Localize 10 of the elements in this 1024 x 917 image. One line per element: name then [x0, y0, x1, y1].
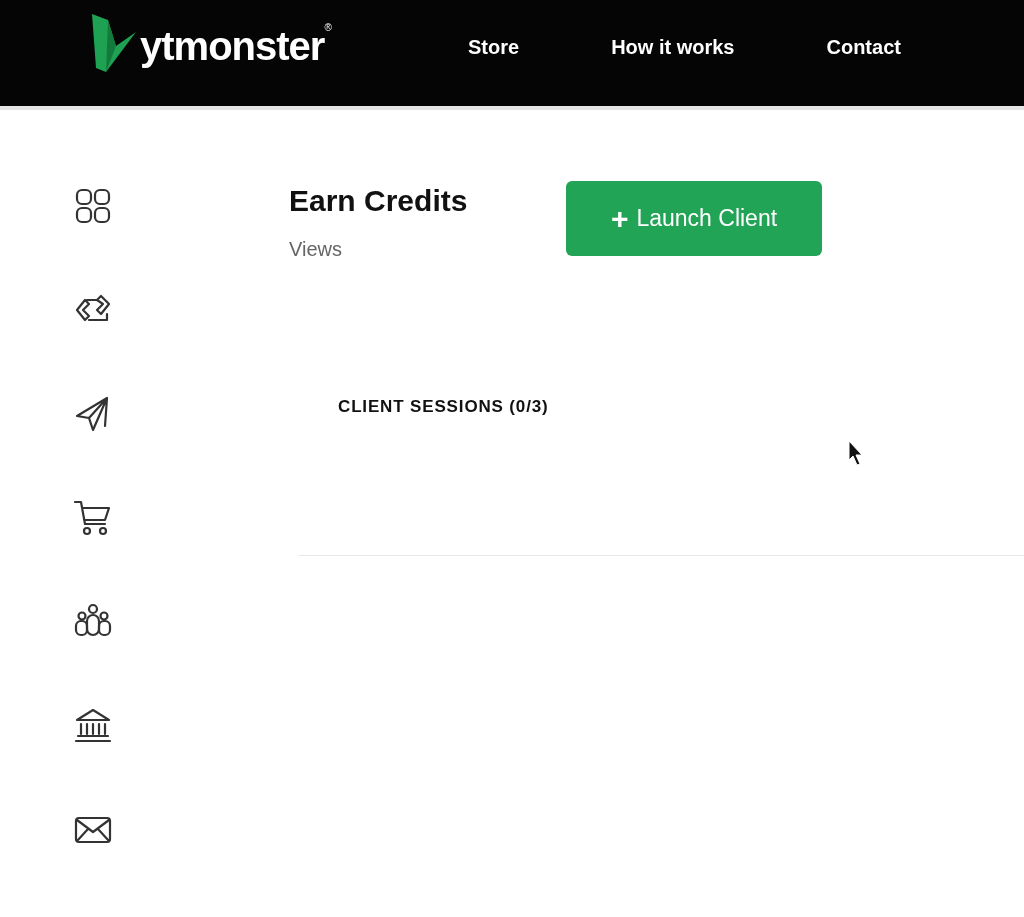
- cart-icon[interactable]: [72, 498, 113, 538]
- nav-link[interactable]: Store: [468, 32, 520, 62]
- registered-mark: ®: [324, 21, 332, 33]
- nav-link[interactable]: Contact: [826, 32, 901, 62]
- page-title: Earn Credits: [289, 183, 469, 219]
- cursor-icon: [848, 440, 864, 466]
- section-heading: CLIENT SESSIONS (0/3): [338, 395, 550, 418]
- nav-link[interactable]: How it works: [611, 32, 735, 62]
- page-subtitle: Views: [289, 236, 343, 262]
- logo-text: ytmonster: [140, 26, 325, 66]
